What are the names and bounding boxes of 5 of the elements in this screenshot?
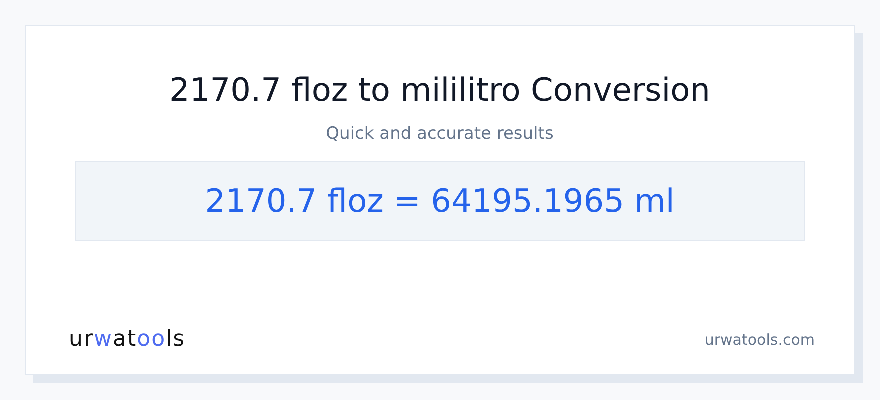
site-url: urwatools.com (704, 330, 815, 348)
logo: urwatools (69, 327, 186, 352)
subtitle: Quick and accurate results (326, 123, 554, 146)
page-title: 2170.7 floz to mililitro Conversion (170, 70, 710, 111)
conversion-result: 2170.7 floz = 64195.1965 ml (75, 161, 805, 241)
